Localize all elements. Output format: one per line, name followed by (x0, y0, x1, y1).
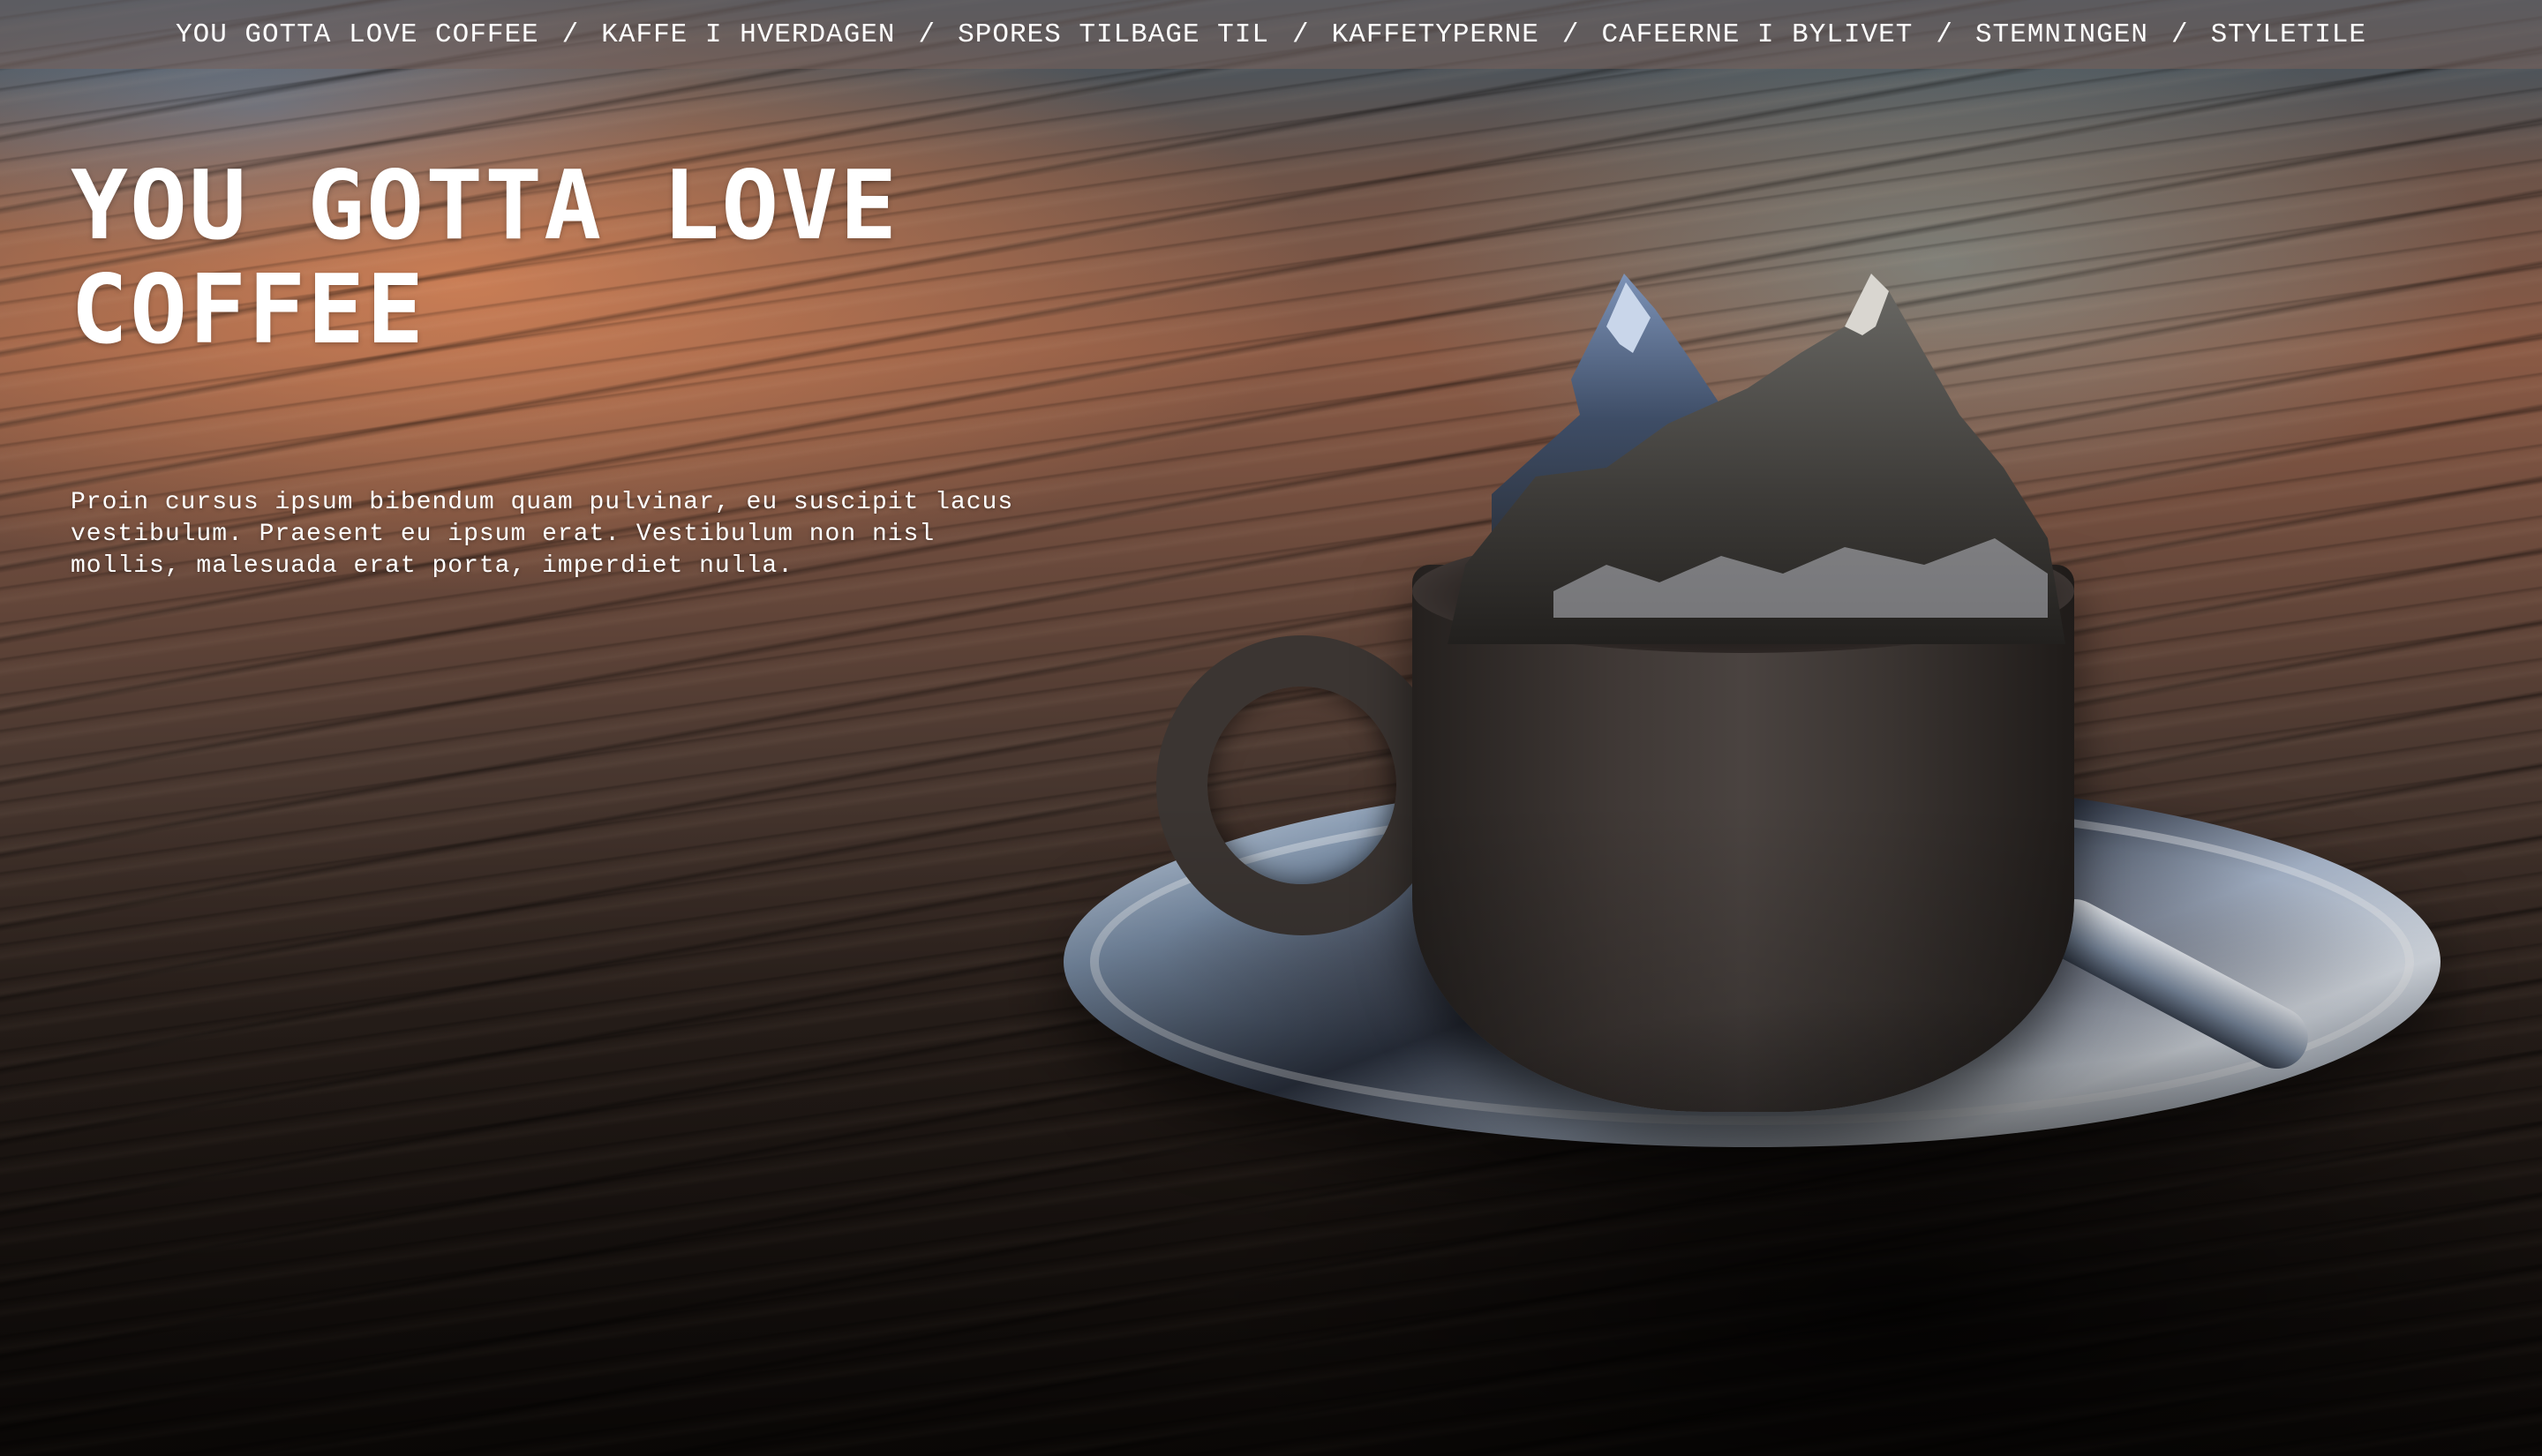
nav-separator: / (1936, 19, 1952, 50)
nav-separator: / (918, 19, 936, 50)
nav-item-stemningen[interactable]: STEMNINGEN (1975, 19, 2148, 50)
intro-line: mollis, malesuada erat porta, imperdiet … (71, 552, 793, 580)
nav-item-styletile[interactable]: STYLETILE (2211, 19, 2366, 50)
page-title: YOU GOTTA LOVE COFFEE (71, 154, 1042, 363)
page-title-line: COFFEE (71, 255, 426, 365)
nav-item-spores-tilbage-til[interactable]: SPORES TILBAGE TIL (958, 19, 1269, 50)
nav-item-kaffetyperne[interactable]: KAFFETYPERNE (1332, 19, 1539, 50)
intro-line: Proin cursus ipsum bibendum quam pulvina… (71, 489, 1014, 516)
nav-separator: / (561, 19, 579, 50)
page-title-line: YOU GOTTA LOVE (71, 151, 899, 261)
nav-item-kaffe-i-hverdagen[interactable]: KAFFE I HVERDAGEN (601, 19, 895, 50)
nav-separator: / (1292, 19, 1309, 50)
top-navigation: YOU GOTTA LOVE COFFEE / KAFFE I HVERDAGE… (0, 0, 2542, 69)
nav-item-you-gotta-love-coffee[interactable]: YOU GOTTA LOVE COFFEE (176, 19, 539, 50)
nav-item-cafeerne-i-bylivet[interactable]: CAFEERNE I BYLIVET (1601, 19, 1913, 50)
intro-line: vestibulum. Praesent eu ipsum erat. Vest… (71, 521, 936, 548)
intro-paragraph: Proin cursus ipsum bibendum quam pulvina… (71, 487, 1130, 582)
nav-separator: / (1561, 19, 1579, 50)
nav-separator: / (2170, 19, 2188, 50)
